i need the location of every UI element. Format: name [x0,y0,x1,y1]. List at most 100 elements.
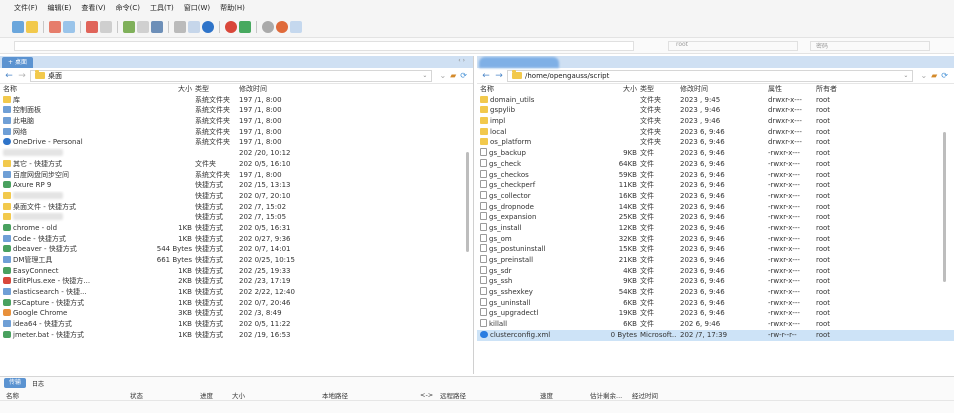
transfer-settings-icon[interactable] [151,20,163,33]
table-row[interactable]: gs_sshexkey 54KB 文件 2023 6, 9:46 -rwxr-x--- r… [477,287,954,298]
table-row[interactable]: gs_preinstall 21KB 文件 2023 6, 9:46 -rwxr-x--… [477,255,954,266]
menu-item-2[interactable]: 查看(V) [81,3,105,13]
column-header-0[interactable]: 名称 [477,84,587,95]
queue-column-0[interactable]: 名称 [6,390,19,400]
color-icon[interactable] [225,20,237,33]
news-icon[interactable] [290,20,302,33]
table-row[interactable]: 控制面板 系统文件夹 197 /1, 8:00 [0,105,473,116]
table-row[interactable]: gs_install 12KB 文件 2023 6, 9:46 -rwxr-x--- ro… [477,222,954,234]
table-row[interactable]: 此电脑 系统文件夹 197 /1, 8:00 [0,116,473,127]
queue-column-8[interactable]: 估计剩余... [590,390,622,400]
queue-column-9[interactable]: 经过时间 [632,390,658,400]
table-row[interactable]: killall 6KB 文件 202 6, 9:46 -rwxr-x--- root [477,319,954,330]
menu-item-0[interactable]: 文件(F) [14,3,38,13]
menu-item-6[interactable]: 帮助(H) [220,3,245,13]
table-row[interactable]: idea64 - 快捷方式 1KB 快捷方式 202 0/5, 11:22 [0,319,473,330]
table-row[interactable]: OneDrive - Personal 系统文件夹 197 /1, 8:00 [0,137,473,148]
table-row[interactable]: impl 文件夹 2023 , 9:46 drwxr-x--- root [477,116,954,127]
table-row[interactable]: chrome - old 1KB 快捷方式 202 0/5, 16:31 [0,223,473,234]
sync-icon[interactable] [49,20,61,33]
open-folder-icon[interactable] [26,20,38,33]
forward-icon[interactable]: → [17,71,27,81]
chevron-down-icon[interactable]: ⌄ [422,72,427,79]
column-header-2[interactable]: 类型 [192,84,236,95]
table-row[interactable]: clusterconfig.xml 0 Bytes Microsoft... 202 … [477,329,954,341]
table-row[interactable]: DM管理工具 661 Bytes 快捷方式 202 0/25, 10:15 [0,255,473,266]
session-manager-icon[interactable] [239,20,251,33]
table-row[interactable]: domain_utils 文件夹 2023 , 9:45 drwxr-x--- root [477,95,954,106]
putty-icon[interactable] [137,20,149,33]
queue-tab-1[interactable]: 日志 [32,379,44,388]
table-row[interactable]: gs_checkperf 11KB 文件 2023 6, 9:46 -rwxr-x---… [477,180,954,191]
password-field[interactable] [810,41,930,51]
table-row[interactable]: gs_upgradectl 19KB 文件 2023 6, 9:46 -rwxr-x--… [477,308,954,319]
queue-icon[interactable] [86,20,98,33]
menu-item-1[interactable]: 编辑(E) [48,3,72,13]
table-row[interactable]: elasticsearch - 快捷... 1KB 快捷方式 202 2/22, 12… [0,287,473,298]
column-header-1[interactable]: 大小 [140,84,192,95]
queue-tab-0[interactable]: 传输 [4,378,27,388]
column-header-2[interactable]: 类型 [637,84,677,95]
menu-item-4[interactable]: 工具(T) [150,3,174,13]
refresh-icon[interactable]: ⟳ [941,71,948,80]
tab-scroll-icon[interactable]: ‹ › [458,57,465,64]
column-header-0[interactable]: 名称 [0,84,140,95]
table-row[interactable]: EasyConnect 1KB 快捷方式 202 /25, 19:33 [0,266,473,277]
remote-path-box[interactable]: /home/opengauss/script ⌄ [507,69,914,82]
table-row[interactable]: gs_om 32KB 文件 2023 6, 9:46 -rwxr-x--- root [477,233,954,245]
local-path-box[interactable]: 桌面 ⌄ [30,69,433,82]
host-field[interactable] [14,41,634,51]
filter-icon[interactable]: ⌄ [920,71,927,80]
column-header-3[interactable]: 修改时间 [236,84,336,95]
table-row[interactable]: 202 /20, 10:12 [0,148,473,159]
table-row[interactable]: Axure RP 9 快捷方式 202 /15, 13:13 [0,180,473,191]
menu-item-5[interactable]: 窗口(W) [184,3,210,13]
table-row[interactable]: gs_ssh 9KB 文件 2023 6, 9:46 -rwxr-x--- root [477,276,954,287]
table-row[interactable]: gs_check 64KB 文件 2023 6, 9:46 -rwxr-x--- root [477,158,954,170]
queue-column-3[interactable]: 大小 [232,390,245,400]
table-row[interactable]: 网络 系统文件夹 197 /1, 8:00 [0,127,473,138]
table-row[interactable]: gs_dropnode 14KB 文件 2023 6, 9:46 -rwxr-x--- r… [477,201,954,213]
table-row[interactable]: jmeter.bat - 快捷方式 1KB 快捷方式 202 /19, 16:53 [0,330,473,341]
queue-column-5[interactable]: <-> [420,391,433,399]
back-icon[interactable]: ← [481,71,491,81]
table-row[interactable]: gs_collector 16KB 文件 2023 6, 9:46 -rwxr-x---… [477,190,954,202]
local-tab[interactable]: + 桌面 [2,57,33,68]
compare-icon[interactable] [63,20,75,33]
open-folder-icon[interactable]: ▰ [450,71,456,80]
remote-scrollbar[interactable] [943,132,946,282]
table-row[interactable]: dbeaver - 快捷方式 544 Bytes 快捷方式 202 0/7, 14:0… [0,244,473,255]
column-header-1[interactable]: 大小 [587,84,637,95]
queue-column-7[interactable]: 速度 [540,390,553,400]
new-session-icon[interactable] [12,20,24,33]
table-row[interactable]: 其它 - 快捷方式 文件夹 202 0/5, 16:10 [0,159,473,170]
table-row[interactable]: EditPlus.exe - 快捷方... 2KB 快捷方式 202 /23, 17:… [0,276,473,287]
table-row[interactable]: os_platform 文件夹 2023 6, 9:46 drwxr-x--- root [477,137,954,148]
queue-column-1[interactable]: 状态 [130,390,143,400]
queue-column-6[interactable]: 远程路径 [440,390,466,400]
settings-icon[interactable] [262,20,274,33]
table-row[interactable]: Google Chrome 3KB 快捷方式 202 /3, 8:49 [0,308,473,319]
queue-column-2[interactable]: 进度 [200,390,213,400]
table-row[interactable]: gs_backup 9KB 文件 2023 6, 9:46 -rwxr-x--- root [477,148,954,159]
table-row[interactable]: gspylib 文件夹 2023 , 9:46 drwxr-x--- root [477,105,954,116]
back-icon[interactable]: ← [4,71,14,81]
table-row[interactable]: local 文件夹 2023 6, 9:46 drwxr-x--- root [477,127,954,138]
table-row[interactable]: 库 系统文件夹 197 /1, 8:00 [0,95,473,106]
chevron-down-icon[interactable]: ⌄ [903,72,908,79]
globe-icon[interactable] [202,20,214,33]
table-row[interactable]: Code - 快捷方式 1KB 快捷方式 202 0/27, 9:36 [0,234,473,245]
copy-icon[interactable] [188,20,200,33]
table-row[interactable]: FSCapture - 快捷方式 1KB 快捷方式 202 0/7, 20:46 [0,298,473,309]
open-folder-icon[interactable]: ▰ [931,71,937,80]
table-row[interactable]: gs_expansion 25KB 文件 2023 6, 9:46 -rwxr-x---… [477,212,954,223]
local-scrollbar[interactable] [466,152,469,252]
menu-item-3[interactable]: 命令(C) [116,3,140,13]
table-row[interactable]: 快捷方式 202 /7, 15:05 [0,212,473,223]
table-row[interactable]: gs_checkos 59KB 文件 2023 6, 9:46 -rwxr-x--- ro… [477,169,954,181]
filter-icon[interactable]: ⌄ [439,71,446,80]
table-row[interactable]: gs_uninstall 6KB 文件 2023 6, 9:46 -rwxr-x--- r… [477,297,954,309]
keep-remote-icon[interactable] [123,20,135,33]
table-row[interactable]: 快捷方式 202 0/7, 20:10 [0,191,473,202]
user-field[interactable] [668,41,798,51]
